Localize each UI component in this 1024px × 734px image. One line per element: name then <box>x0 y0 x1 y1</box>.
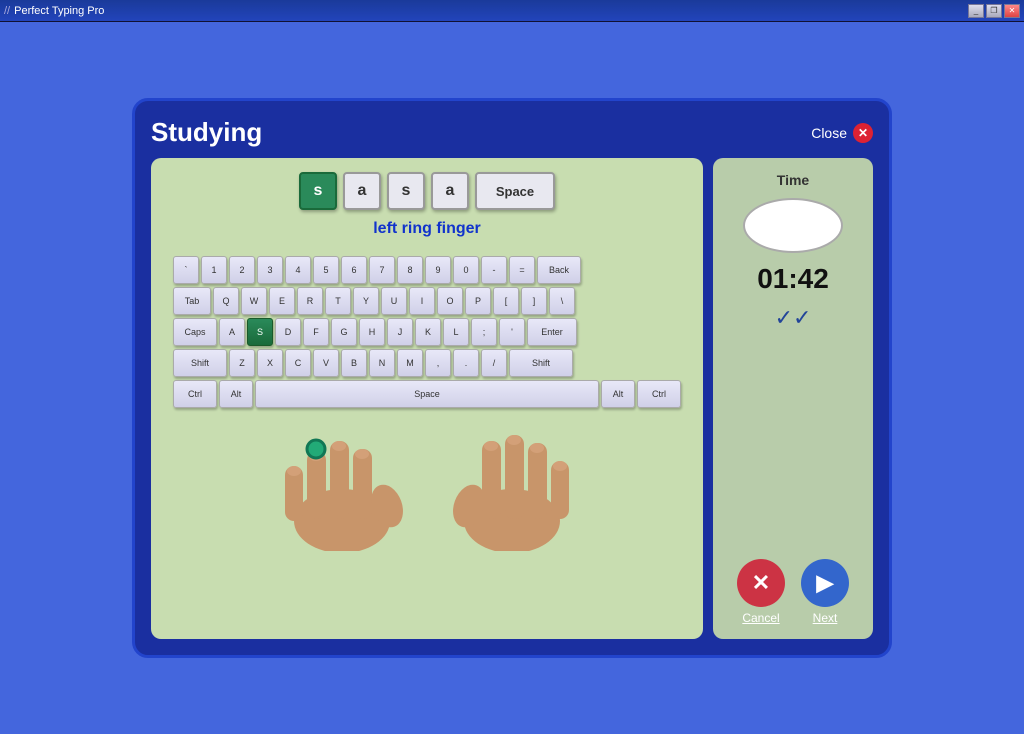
main-panel: Studying Close ✕ s a s a Space left ring… <box>132 98 892 658</box>
key-backtick[interactable]: ` <box>173 256 199 284</box>
key-s-highlighted[interactable]: S <box>247 318 273 346</box>
key-a2: a <box>431 172 469 210</box>
time-oval <box>743 198 843 253</box>
key-shift-left[interactable]: Shift <box>173 349 227 377</box>
main-area: Studying Close ✕ s a s a Space left ring… <box>0 22 1024 734</box>
key-9[interactable]: 9 <box>425 256 451 284</box>
key-z[interactable]: Z <box>229 349 255 377</box>
key-4[interactable]: 4 <box>285 256 311 284</box>
key-m[interactable]: M <box>397 349 423 377</box>
key-backslash[interactable]: \ <box>549 287 575 315</box>
key-backspace[interactable]: Back <box>537 256 581 284</box>
checkmarks: ✓✓ <box>775 305 812 331</box>
key-minus[interactable]: - <box>481 256 507 284</box>
key-c[interactable]: C <box>285 349 311 377</box>
restore-button[interactable]: ❐ <box>986 4 1002 18</box>
key-0[interactable]: 0 <box>453 256 479 284</box>
key-spacebar[interactable]: Space <box>255 380 599 408</box>
panel-header: Studying Close ✕ <box>151 117 873 148</box>
key-capslock[interactable]: Caps <box>173 318 217 346</box>
titlebar-close-button[interactable]: ✕ <box>1004 4 1020 18</box>
key-o[interactable]: O <box>437 287 463 315</box>
titlebar: Perfect Typing Pro _ ❐ ✕ <box>0 0 1024 22</box>
key-lbracket[interactable]: [ <box>493 287 519 315</box>
key-period[interactable]: . <box>453 349 479 377</box>
key-n[interactable]: N <box>369 349 395 377</box>
key-g[interactable]: G <box>331 318 357 346</box>
cancel-icon: ✕ <box>737 559 785 607</box>
key-sequence: s a s a Space <box>299 172 555 210</box>
key-6[interactable]: 6 <box>341 256 367 284</box>
key-1[interactable]: 1 <box>201 256 227 284</box>
content-area: s a s a Space left ring finger ` 1 <box>151 158 873 639</box>
key-a1: a <box>343 172 381 210</box>
app-title: Perfect Typing Pro <box>4 5 104 17</box>
key-s1: s <box>299 172 337 210</box>
key-slash[interactable]: / <box>481 349 507 377</box>
key-l[interactable]: L <box>443 318 469 346</box>
key-space: Space <box>475 172 555 210</box>
left-hand-svg <box>267 426 427 551</box>
key-enter[interactable]: Enter <box>527 318 577 346</box>
key-8[interactable]: 8 <box>397 256 423 284</box>
key-semicolon[interactable]: ; <box>471 318 497 346</box>
key-rbracket[interactable]: ] <box>521 287 547 315</box>
right-panel: Time 01:42 ✓✓ ✕ Cancel ▶ Next <box>713 158 873 639</box>
next-button[interactable]: ▶ Next <box>801 559 849 625</box>
key-r[interactable]: R <box>297 287 323 315</box>
key-2[interactable]: 2 <box>229 256 255 284</box>
key-q[interactable]: Q <box>213 287 239 315</box>
key-equals[interactable]: = <box>509 256 535 284</box>
keyboard: ` 1 2 3 4 5 6 7 8 9 0 - = <box>173 256 681 408</box>
key-tab[interactable]: Tab <box>173 287 211 315</box>
key-quote[interactable]: ' <box>499 318 525 346</box>
key-w[interactable]: W <box>241 287 267 315</box>
keyboard-row-4: Shift Z X C V B N M , . / Shift <box>173 349 681 377</box>
close-x-icon: ✕ <box>853 123 873 143</box>
key-f[interactable]: F <box>303 318 329 346</box>
keyboard-container: ` 1 2 3 4 5 6 7 8 9 0 - = <box>165 248 689 416</box>
minimize-button[interactable]: _ <box>968 4 984 18</box>
key-x[interactable]: X <box>257 349 283 377</box>
key-ctrl-left[interactable]: Ctrl <box>173 380 217 408</box>
key-u[interactable]: U <box>381 287 407 315</box>
keyboard-row-3: Caps A S D F G H J K L ; ' Enter <box>173 318 681 346</box>
left-panel: s a s a Space left ring finger ` 1 <box>151 158 703 639</box>
key-y[interactable]: Y <box>353 287 379 315</box>
titlebar-controls: _ ❐ ✕ <box>968 4 1020 18</box>
key-t[interactable]: T <box>325 287 351 315</box>
key-a[interactable]: A <box>219 318 245 346</box>
button-row: ✕ Cancel ▶ Next <box>737 559 849 625</box>
cancel-button[interactable]: ✕ Cancel <box>737 559 785 625</box>
key-5[interactable]: 5 <box>313 256 339 284</box>
key-ctrl-right[interactable]: Ctrl <box>637 380 681 408</box>
time-label: Time <box>777 172 809 188</box>
key-e[interactable]: E <box>269 287 295 315</box>
key-k[interactable]: K <box>415 318 441 346</box>
key-s2: s <box>387 172 425 210</box>
key-7[interactable]: 7 <box>369 256 395 284</box>
key-3[interactable]: 3 <box>257 256 283 284</box>
key-alt-right[interactable]: Alt <box>601 380 635 408</box>
next-icon: ▶ <box>801 559 849 607</box>
key-comma[interactable]: , <box>425 349 451 377</box>
keyboard-row-2: Tab Q W E R T Y U I O P [ ] <box>173 287 681 315</box>
time-display: 01:42 <box>757 263 829 295</box>
finger-label: left ring finger <box>373 220 481 238</box>
key-d[interactable]: D <box>275 318 301 346</box>
panel-title: Studying <box>151 117 262 148</box>
key-b[interactable]: B <box>341 349 367 377</box>
key-alt-left[interactable]: Alt <box>219 380 253 408</box>
key-p[interactable]: P <box>465 287 491 315</box>
keyboard-row-1: ` 1 2 3 4 5 6 7 8 9 0 - = <box>173 256 681 284</box>
hands-area <box>165 426 689 556</box>
key-i[interactable]: I <box>409 287 435 315</box>
key-shift-right[interactable]: Shift <box>509 349 573 377</box>
panel-close-button[interactable]: Close ✕ <box>811 123 873 143</box>
key-h[interactable]: H <box>359 318 385 346</box>
key-v[interactable]: V <box>313 349 339 377</box>
key-j[interactable]: J <box>387 318 413 346</box>
right-hand-svg <box>427 426 587 551</box>
keyboard-row-5: Ctrl Alt Space Alt Ctrl <box>173 380 681 408</box>
